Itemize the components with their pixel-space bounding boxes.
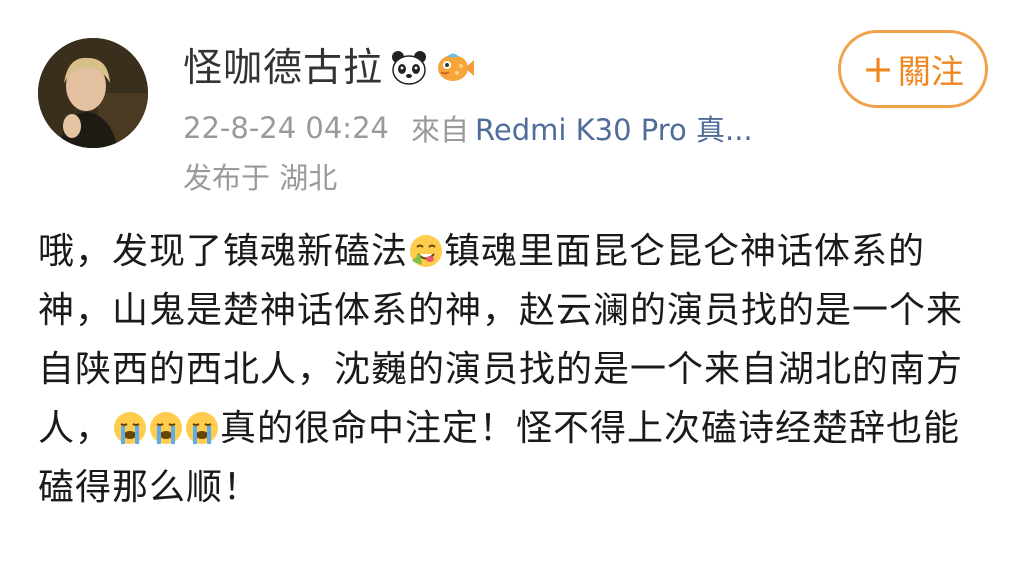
post-location: 发布于 湖北 [183, 161, 338, 195]
fish-icon [435, 48, 475, 88]
avatar[interactable] [38, 38, 148, 148]
follow-button[interactable]: + 關注 [838, 30, 988, 108]
post-text-part-1: 哦，发现了镇魂新磕法 [38, 231, 409, 272]
yummy-face-icon [408, 233, 444, 269]
crying-face-icon [112, 410, 148, 446]
post-timestamp: 22-8-24 04:24 [183, 111, 389, 145]
crying-face-icon [184, 410, 220, 446]
post-meta: 22-8-24 04:24 來自 Redmi K30 Pro 真... [183, 108, 753, 148]
post-source-link[interactable]: Redmi K30 Pro 真... [475, 107, 753, 149]
source-prefix: 來自 [410, 113, 469, 147]
panda-icon [389, 48, 429, 88]
avatar-image [38, 38, 148, 148]
follow-button-label: 關注 [897, 52, 964, 91]
post-text: 哦，发现了镇魂新磕法 镇魂里面昆仑昆仑神话体系的神，山鬼是楚神话体系的神，赵云澜… [38, 222, 988, 517]
weibo-post: 怪咖德古拉 + 關注 22-8-24 04:24 來自 Redmi K30 Pr… [0, 0, 1024, 575]
username-row: 怪咖德古拉 [183, 40, 475, 96]
username[interactable]: 怪咖德古拉 [183, 49, 383, 88]
crying-face-icon [148, 410, 184, 446]
plus-icon: + [862, 47, 894, 91]
